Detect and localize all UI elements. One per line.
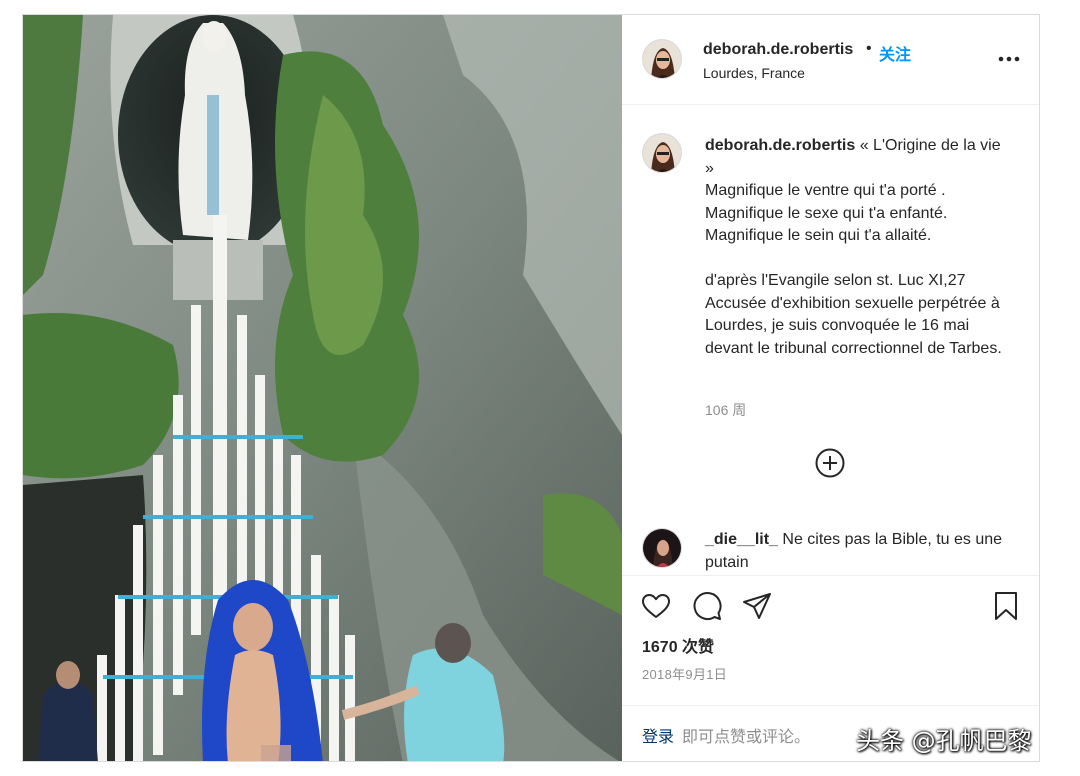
caption-text: « L'Origine de la vie » Magnifique le ve… [705,137,1002,357]
separator-dot: • [866,40,872,57]
watermark: 头条 @孔帆巴黎 [856,727,1032,755]
post-side-panel: deborah.de.robertis • 关注 Lourdes, France [622,15,1039,761]
comment: _die__lit_ Ne cites pas la Bible, tu es … [705,529,1005,574]
login-link[interactable]: 登录 [642,723,674,747]
commenter-username[interactable]: _die__lit_ [705,531,778,548]
follow-button[interactable]: 关注 [879,41,911,65]
comments-section: deborah.de.robertis « L'Origine de la vi… [622,105,1039,575]
photo-illustration [23,15,622,761]
avatar-image [643,134,681,172]
post-actions: 1670 次赞 2018年9月1日 [622,575,1039,715]
avatar-image [643,40,681,78]
post-caption: deborah.de.robertis « L'Origine de la vi… [705,135,1005,360]
heart-icon[interactable] [640,590,672,622]
avatar-image [643,529,681,567]
share-icon[interactable] [741,590,773,622]
caption-avatar[interactable] [642,133,682,173]
commenter-avatar[interactable] [642,528,682,568]
comment-icon[interactable] [691,590,723,622]
likes-count[interactable]: 1670 次赞 [642,633,714,657]
plus-circle-icon[interactable] [814,447,846,479]
instagram-post: deborah.de.robertis • 关注 Lourdes, France [22,14,1040,762]
login-prompt-text: 即可点赞或评论。 [682,729,811,746]
post-author-username[interactable]: deborah.de.robertis [703,41,853,59]
post-location[interactable]: Lourdes, France [703,65,805,81]
caption-age: 106 周 [705,402,747,418]
caption-username[interactable]: deborah.de.robertis [705,137,855,154]
more-options-icon[interactable] [996,49,1022,69]
post-photo[interactable] [23,15,622,761]
post-date[interactable]: 2018年9月1日 [642,664,727,683]
bookmark-icon[interactable] [990,590,1022,622]
post-header: deborah.de.robertis • 关注 Lourdes, France [622,15,1039,105]
avatar[interactable] [642,39,682,79]
